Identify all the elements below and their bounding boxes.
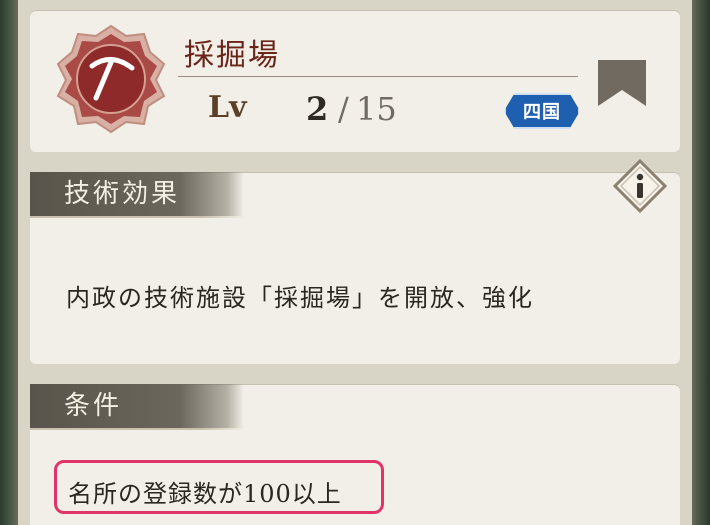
level-label: Lv xyxy=(208,90,247,125)
info-icon[interactable] xyxy=(612,158,668,214)
effect-heading-rule xyxy=(30,216,244,218)
tech-title: 採掘場 xyxy=(184,38,280,73)
background-right xyxy=(692,0,710,525)
title-divider xyxy=(178,76,578,77)
effect-description: 内政の技術施設「採掘場」を開放、強化 xyxy=(66,284,534,312)
condition-requirement: 名所の登録数が100以上 xyxy=(68,480,342,508)
effect-heading: 技術効果 xyxy=(30,172,244,216)
condition-heading-rule xyxy=(30,428,244,430)
region-badge: 四国 xyxy=(504,93,580,129)
effect-section: 技術効果 xyxy=(30,172,680,364)
level-separator: / xyxy=(338,90,349,128)
pickaxe-icon xyxy=(56,24,166,134)
condition-heading: 条件 xyxy=(30,384,244,428)
bookmark-icon[interactable] xyxy=(598,60,646,106)
level-max: 15 xyxy=(356,90,397,128)
level-current: 2 xyxy=(306,90,329,128)
background-left xyxy=(0,0,18,525)
